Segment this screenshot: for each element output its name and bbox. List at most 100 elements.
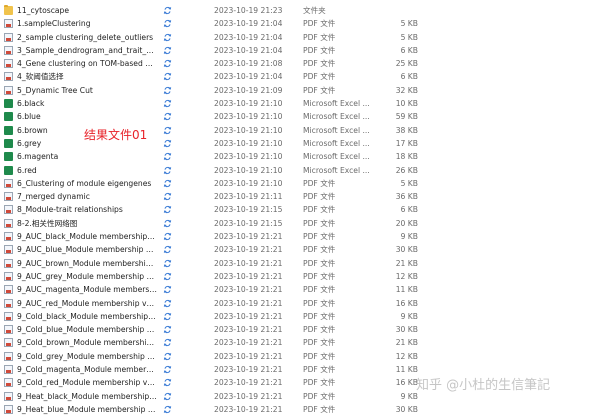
pdf-file-icon	[4, 245, 13, 255]
file-row-12[interactable]: 6.red 2023-10-19 21:10 Microsoft Excel ...…	[0, 164, 600, 177]
file-name: 8-2.相关性网络图	[17, 218, 78, 228]
file-row-16[interactable]: 8-2.相关性网络图 2023-10-19 21:15 PDF 文件 20 KB	[0, 217, 600, 230]
sync-status-icon	[163, 325, 172, 334]
file-size: 36 KB	[395, 192, 418, 202]
file-row-0[interactable]: 11_cytoscape 2023-10-19 21:23 文件夹	[0, 4, 600, 17]
file-name: 9_Heat_blue_Module membership vs. gene s…	[17, 404, 157, 414]
file-row-3[interactable]: 3_Sample_dendrogram_and_trait_heatmap 202…	[0, 44, 600, 57]
file-row-26[interactable]: 9_Cold_grey_Module membership vs. gene s…	[0, 350, 600, 363]
pdf-file-icon	[4, 19, 13, 29]
file-size: 20 KB	[395, 218, 418, 228]
file-date: 2023-10-19 21:15	[214, 218, 283, 228]
file-row-30[interactable]: 9_Heat_blue_Module membership vs. gene s…	[0, 403, 600, 416]
file-name: 9_Cold_blue_Module membership vs. gene s…	[17, 325, 157, 335]
file-row-13[interactable]: 6_Clustering of module eigengenes 2023-10…	[0, 177, 600, 190]
pdf-file-icon	[4, 378, 13, 388]
sync-status-icon	[163, 139, 172, 148]
file-type: PDF 文件	[303, 378, 336, 388]
file-row-7[interactable]: 6.black 2023-10-19 21:10 Microsoft Excel .…	[0, 97, 600, 110]
pdf-file-icon	[4, 365, 13, 375]
pdf-file-icon	[4, 338, 13, 348]
file-row-8[interactable]: 6.blue 2023-10-19 21:10 Microsoft Excel ..…	[0, 110, 600, 123]
file-row-15[interactable]: 8_Module-trait relationships 2023-10-19 2…	[0, 203, 600, 216]
file-name: 9_AUC_blue_Module membership vs. gene si…	[17, 245, 157, 255]
file-name: 9_Cold_red_Module membership vs. gene si…	[17, 378, 157, 388]
pdf-file-icon	[4, 391, 13, 401]
file-row-21[interactable]: 9_AUC_magenta_Module membership vs. gene…	[0, 283, 600, 296]
sync-status-icon	[163, 338, 172, 347]
file-row-20[interactable]: 9_AUC_grey_Module membership vs. gene si…	[0, 270, 600, 283]
file-row-25[interactable]: 9_Cold_brown_Module membership vs. gene …	[0, 336, 600, 349]
file-size: 21 KB	[395, 338, 418, 348]
file-size: 5 KB	[400, 32, 418, 42]
file-size: 32 KB	[395, 85, 418, 95]
file-name: 1.sampleClustering	[17, 19, 91, 29]
pdf-file-icon	[4, 45, 13, 55]
sync-status-icon	[163, 99, 172, 108]
file-name: 6.magenta	[17, 152, 59, 162]
file-type: PDF 文件	[303, 205, 336, 215]
pdf-file-icon	[4, 351, 13, 361]
sync-status-icon	[163, 365, 172, 374]
file-row-1[interactable]: 1.sampleClustering 2023-10-19 21:04 PDF 文件…	[0, 17, 600, 30]
file-date: 2023-10-19 21:21	[214, 391, 283, 401]
file-name: 9_AUC_black_Module membership vs. gene s…	[17, 232, 157, 242]
file-type: PDF 文件	[303, 311, 336, 321]
file-size: 21 KB	[395, 258, 418, 268]
file-row-2[interactable]: 2_sample clustering_delete_outliers 2023-…	[0, 31, 600, 44]
file-date: 2023-10-19 21:21	[214, 245, 283, 255]
file-type: PDF 文件	[303, 325, 336, 335]
pdf-file-icon	[4, 232, 13, 242]
file-size: 25 KB	[395, 59, 418, 69]
file-size: 30 KB	[395, 245, 418, 255]
file-date: 2023-10-19 21:10	[214, 178, 283, 188]
file-row-24[interactable]: 9_Cold_blue_Module membership vs. gene s…	[0, 323, 600, 336]
file-type: PDF 文件	[303, 218, 336, 228]
file-row-17[interactable]: 9_AUC_black_Module membership vs. gene s…	[0, 230, 600, 243]
file-size: 11 KB	[395, 365, 418, 375]
file-row-6[interactable]: 5_Dynamic Tree Cut 2023-10-19 21:09 PDF 文件…	[0, 84, 600, 97]
sync-status-icon	[163, 19, 172, 28]
file-size: 12 KB	[395, 271, 418, 281]
file-row-5[interactable]: 4_软阈值选择 2023-10-19 21:04 PDF 文件 6 KB	[0, 70, 600, 83]
sync-status-icon	[163, 205, 172, 214]
file-row-4[interactable]: 4_Gene clustering on TOM-based dissimila…	[0, 57, 600, 70]
file-size: 30 KB	[395, 404, 418, 414]
file-date: 2023-10-19 21:21	[214, 378, 283, 388]
pdf-file-icon	[4, 311, 13, 321]
file-date: 2023-10-19 21:21	[214, 338, 283, 348]
file-date: 2023-10-19 21:23	[214, 6, 283, 15]
sync-status-icon	[163, 72, 172, 81]
pdf-file-icon	[4, 205, 13, 215]
file-type: PDF 文件	[303, 19, 336, 29]
file-row-14[interactable]: 7_merged dynamic 2023-10-19 21:11 PDF 文件 36…	[0, 190, 600, 203]
sync-status-icon	[163, 259, 172, 268]
file-type: 文件夹	[303, 6, 326, 15]
file-type: PDF 文件	[303, 365, 336, 375]
file-date: 2023-10-19 21:21	[214, 232, 283, 242]
pdf-file-icon	[4, 218, 13, 228]
file-name: 9_AUC_magenta_Module membership vs. gene…	[17, 285, 157, 295]
file-size: 5 KB	[400, 178, 418, 188]
excel-file-icon	[4, 165, 13, 175]
file-row-19[interactable]: 9_AUC_brown_Module membership vs. gene s…	[0, 257, 600, 270]
pdf-file-icon	[4, 258, 13, 268]
file-row-22[interactable]: 9_AUC_red_Module membership vs. gene sig…	[0, 297, 600, 310]
file-date: 2023-10-19 21:21	[214, 258, 283, 268]
sync-status-icon	[163, 392, 172, 401]
file-type: PDF 文件	[303, 32, 336, 42]
file-row-11[interactable]: 6.magenta 2023-10-19 21:10 Microsoft Excel…	[0, 150, 600, 163]
sync-status-icon	[163, 232, 172, 241]
file-row-23[interactable]: 9_Cold_black_Module membership vs. gene …	[0, 310, 600, 323]
file-size: 5 KB	[400, 19, 418, 29]
file-type: PDF 文件	[303, 391, 336, 401]
file-type: PDF 文件	[303, 232, 336, 242]
pdf-file-icon	[4, 32, 13, 42]
file-date: 2023-10-19 21:04	[214, 45, 283, 55]
file-type: PDF 文件	[303, 72, 336, 82]
pdf-file-icon	[4, 178, 13, 188]
file-name: 9_AUC_grey_Module membership vs. gene si…	[17, 271, 157, 281]
file-row-18[interactable]: 9_AUC_blue_Module membership vs. gene si…	[0, 243, 600, 256]
file-size: 6 KB	[400, 72, 418, 82]
file-name: 9_Cold_brown_Module membership vs. gene …	[17, 338, 157, 348]
